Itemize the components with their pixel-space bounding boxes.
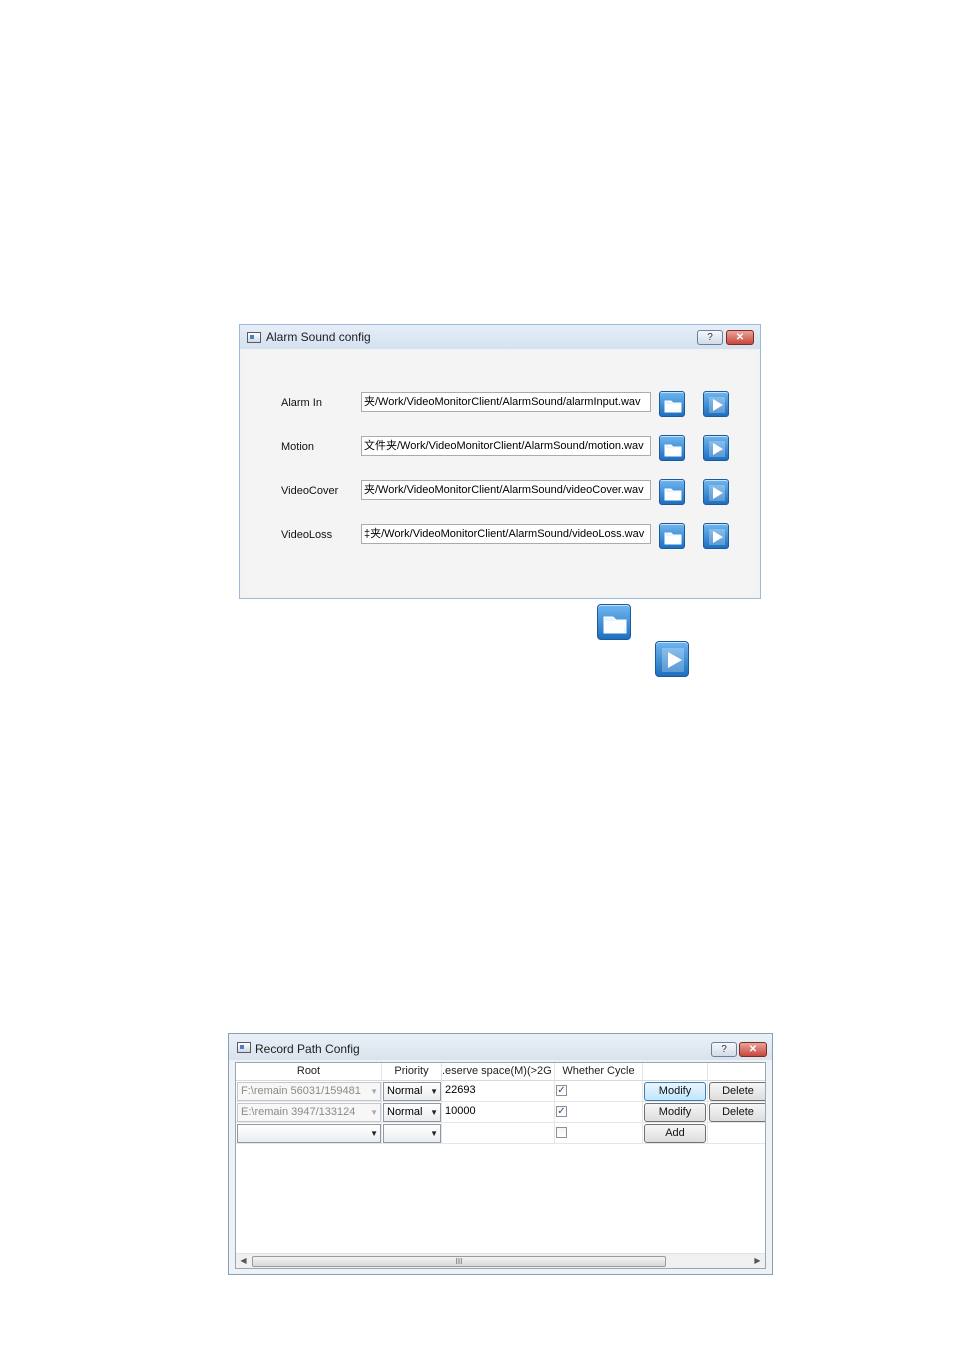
priority-combo[interactable]: ▼ [383,1124,441,1143]
folder-icon [664,532,682,545]
close-button[interactable]: ✕ [726,330,754,345]
column-header-reserve-space[interactable]: .eserve space(M)(>2G [442,1063,555,1081]
column-header-priority[interactable]: Priority [382,1063,442,1081]
dialog-title: Alarm Sound config [266,330,371,344]
videoloss-path-field[interactable]: ‡夹/Work/VideoMonitorClient/AlarmSound/vi… [361,524,651,544]
column-header-blank [643,1063,708,1081]
empty-cell [708,1123,765,1144]
column-header-blank [708,1063,765,1081]
column-header-whether-cycle[interactable]: Whether Cycle [555,1063,643,1081]
videocover-label: VideoCover [281,485,339,497]
close-button[interactable]: ✕ [739,1042,767,1057]
window-app-icon [247,332,261,343]
reserve-space-value[interactable]: 22693 [445,1084,476,1096]
play-alarm-in-button[interactable] [703,391,729,417]
whether-cycle-checkbox[interactable]: ✓ [556,1106,567,1117]
scroll-left-arrow-icon[interactable]: ◀ [236,1254,251,1268]
play-motion-button[interactable] [703,435,729,461]
alarm-in-path-field[interactable]: 夹/Work/VideoMonitorClient/AlarmSound/ala… [361,392,651,412]
play-videoloss-button[interactable] [703,523,729,549]
title-bar: Alarm Sound config ? ✕ [240,325,760,349]
motion-label: Motion [281,441,315,453]
folder-icon [664,488,682,501]
alarm-sound-config-dialog: Alarm Sound config ? ✕ Alarm In 夹/Work/V… [239,324,761,599]
browse-videoloss-button[interactable] [659,523,685,549]
play-icon [709,485,725,501]
record-path-table: Root Priority .eserve space(M)(>2G Wheth… [235,1062,766,1269]
add-button[interactable]: Add [644,1124,706,1143]
root-combo[interactable]: ▼ [237,1124,381,1143]
videoloss-label: VideoLoss [281,529,333,541]
root-combo[interactable]: F:\remain 56031/159481 ▼ [237,1082,381,1101]
modify-button[interactable]: Modify [644,1103,706,1122]
folder-icon [664,400,682,413]
play-videocover-button[interactable] [703,479,729,505]
scroll-right-arrow-icon[interactable]: ▶ [750,1254,765,1268]
help-button[interactable]: ? [697,330,723,345]
horizontal-scrollbar[interactable]: ◀ III ▶ [236,1253,765,1268]
title-bar: Record Path Config ? ✕ [229,1034,772,1060]
browse-videocover-button[interactable] [659,479,685,505]
folder-icon [664,444,682,457]
dialog-body: Alarm In 夹/Work/VideoMonitorClient/Alarm… [243,351,757,595]
delete-button[interactable]: Delete [709,1082,765,1101]
scrollbar-thumb[interactable]: III [252,1256,666,1267]
column-header-root[interactable]: Root [236,1063,382,1081]
play-icon [655,641,689,677]
alarm-in-label: Alarm In [281,397,322,409]
play-icon [709,397,725,413]
help-button[interactable]: ? [711,1042,737,1057]
browse-motion-button[interactable] [659,435,685,461]
folder-icon [597,604,631,640]
whether-cycle-checkbox[interactable]: ✓ [556,1085,567,1096]
dialog-title: Record Path Config [255,1042,360,1056]
videocover-path-field[interactable]: 夹/Work/VideoMonitorClient/AlarmSound/vid… [361,480,651,500]
modify-button[interactable]: Modify [644,1082,706,1101]
record-path-config-dialog: Record Path Config ? ✕ Root Priority .es… [228,1033,773,1275]
play-icon [709,441,725,457]
play-icon [709,529,725,545]
priority-combo[interactable]: Normal ▼ [383,1082,441,1101]
browse-alarm-in-button[interactable] [659,391,685,417]
reserve-space-value[interactable]: 10000 [445,1105,476,1117]
whether-cycle-checkbox[interactable] [556,1127,567,1138]
root-combo[interactable]: E:\remain 3947/133124 ▼ [237,1103,381,1122]
delete-button[interactable]: Delete [709,1103,765,1122]
motion-path-field[interactable]: 文件夹/Work/VideoMonitorClient/AlarmSound/m… [361,436,651,456]
window-app-icon [237,1042,251,1053]
priority-combo[interactable]: Normal ▼ [383,1103,441,1122]
